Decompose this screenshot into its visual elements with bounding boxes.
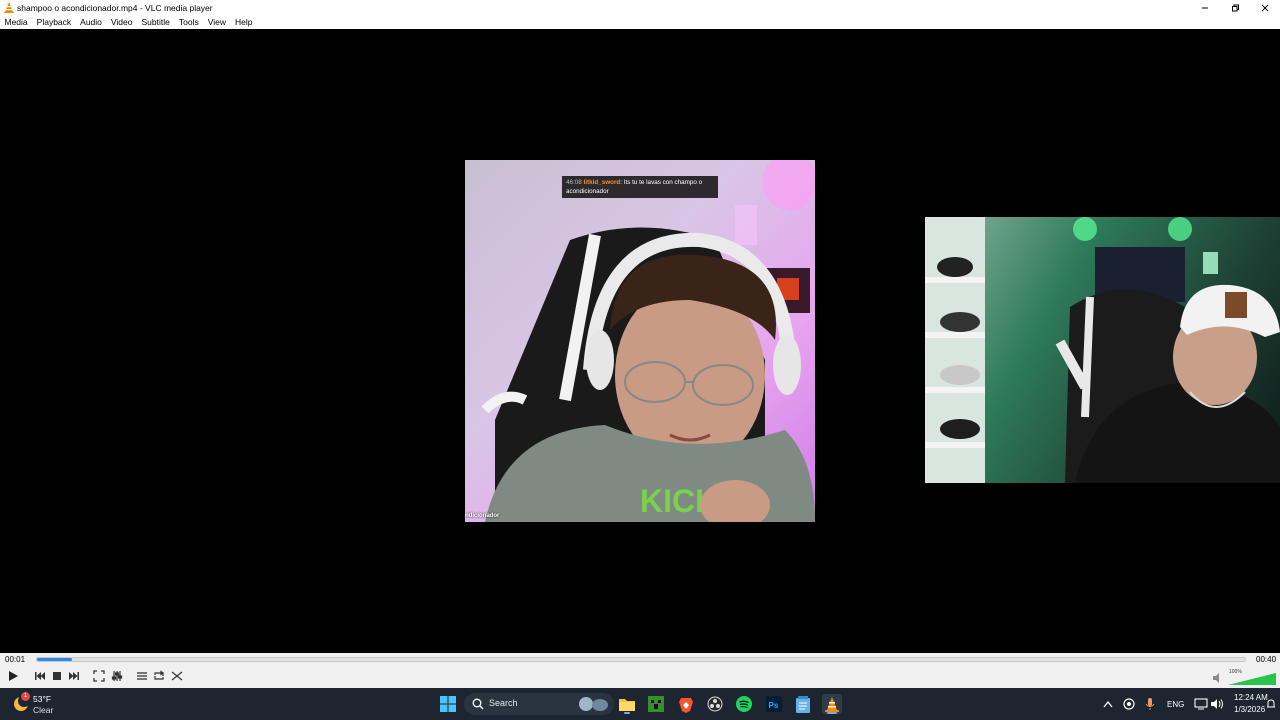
weather-condition: Clear [33, 705, 54, 715]
weather-temperature: 53°F [33, 694, 52, 704]
microphone-icon[interactable] [1140, 694, 1160, 714]
seek-bar-fill [37, 658, 73, 661]
stop-button[interactable] [50, 669, 64, 683]
menu-media[interactable]: Media [0, 17, 32, 27]
fullscreen-icon[interactable] [92, 669, 106, 683]
chat-username: litkid_sword [583, 179, 621, 186]
copilot-tray-icon[interactable] [1119, 694, 1139, 714]
menu-video[interactable]: Video [106, 17, 137, 27]
brave-icon[interactable] [676, 694, 696, 714]
playlist-icon[interactable] [135, 669, 149, 683]
menu-help[interactable]: Help [230, 17, 256, 27]
notepad-icon[interactable] [793, 694, 813, 714]
chat-overlay: 46:08 litkid_sword: Its tu te lavas con … [562, 176, 718, 198]
total-time: 00:40 [1256, 655, 1277, 664]
minecraft-icon[interactable] [646, 694, 666, 714]
menu-playback[interactable]: Playback [32, 17, 76, 27]
volume-slider[interactable] [1228, 673, 1276, 685]
windows-taskbar: 1 53°F Clear Search Ps ENG 12:24 AM 1/3/… [0, 688, 1280, 720]
player-controls: 00:01 00:40 100% [0, 653, 1280, 688]
language-indicator[interactable]: ENG [1167, 700, 1184, 709]
obs-icon[interactable] [705, 694, 725, 714]
menu-subtitle[interactable]: Subtitle [137, 17, 174, 27]
loop-icon[interactable] [152, 669, 166, 683]
previous-button[interactable] [33, 669, 47, 683]
chat-timestamp: 46:08 [566, 179, 582, 186]
weather-widget[interactable]: 1 53°F Clear [12, 692, 82, 716]
start-icon[interactable] [438, 694, 458, 714]
chat-message-line2: acondicionador [566, 188, 609, 195]
photoshop-icon[interactable]: Ps [764, 694, 784, 714]
window-title: shampoo o acondicionador.mp4 - VLC media… [17, 2, 213, 13]
play-button[interactable] [6, 669, 20, 683]
streamer-webcam-left: KICK 46:08 litkid_sword: Its tu te lavas… [465, 160, 815, 522]
shuffle-icon[interactable] [170, 669, 184, 683]
volume-control[interactable]: 100% [1212, 669, 1278, 685]
close-button[interactable] [1250, 0, 1280, 15]
chat-message-line1: : Its tu te lavas con champo o [620, 179, 703, 186]
menu-tools[interactable]: Tools [174, 17, 203, 27]
video-display[interactable]: KICK 46:08 litkid_sword: Its tu te lavas… [0, 29, 1280, 653]
current-time: 00:01 [5, 655, 26, 664]
restore-button[interactable] [1220, 0, 1250, 15]
file-explorer-icon[interactable] [617, 694, 637, 714]
streamer-webcam-right [925, 217, 1280, 483]
search-placeholder: Search [489, 698, 518, 708]
title-bar[interactable]: shampoo o acondicionador.mp4 - VLC media… [0, 0, 1280, 15]
vlc-cone-icon [4, 2, 14, 13]
video-caption: ndicionador [465, 513, 500, 519]
next-button[interactable] [67, 669, 81, 683]
search-icon [472, 698, 484, 710]
vlc-icon[interactable] [822, 694, 842, 714]
extended-settings-icon[interactable] [110, 669, 124, 683]
seek-bar[interactable] [36, 657, 1246, 662]
notifications-icon[interactable] [1261, 694, 1280, 714]
weather-badge: 1 [21, 692, 30, 701]
taskbar-search[interactable]: Search [464, 693, 614, 715]
volume-tray-icon[interactable] [1207, 694, 1227, 714]
menu-bar: Media Playback Audio Video Subtitle Tool… [0, 15, 1280, 29]
minimize-button[interactable] [1190, 0, 1220, 15]
svg-text:Ps: Ps [769, 701, 779, 710]
search-highlight-icon [579, 697, 608, 711]
show-hidden-icons[interactable] [1098, 694, 1118, 714]
menu-audio[interactable]: Audio [76, 17, 107, 27]
menu-view[interactable]: View [203, 17, 230, 27]
spotify-icon[interactable] [734, 694, 754, 714]
speaker-icon[interactable] [1212, 672, 1224, 684]
